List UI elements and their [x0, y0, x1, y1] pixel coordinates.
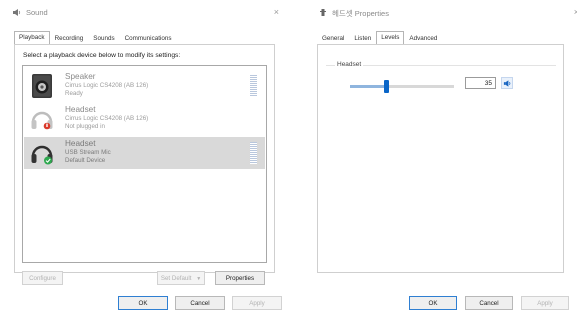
device-item-headset-default[interactable]: Headset USB Stream Mic Default Device: [24, 137, 265, 169]
sound-dialog: Sound × Playback Recording Sounds Commun…: [0, 0, 289, 312]
levels-panel: Headset 35: [317, 44, 564, 273]
title-bar: 헤드셋 Properties ×: [306, 4, 577, 22]
device-name: Headset: [65, 105, 96, 114]
cancel-button[interactable]: Cancel: [175, 296, 225, 310]
device-text: Headset Cirrus Logic CS4208 (AB 126) Not…: [65, 105, 149, 132]
configure-button[interactable]: Configure: [22, 271, 63, 285]
tab-advanced[interactable]: Advanced: [404, 32, 442, 44]
title-bar: Sound ×: [0, 4, 289, 22]
headset-icon: [31, 111, 53, 130]
headset-app-icon: [320, 9, 326, 16]
tab-sounds[interactable]: Sounds: [88, 32, 119, 44]
device-status: Ready: [65, 90, 83, 98]
volume-slider-thumb[interactable]: [384, 80, 389, 93]
tab-recording[interactable]: Recording: [50, 32, 89, 44]
properties-dialog: 헤드셋 Properties × General Listen Levels A…: [306, 0, 577, 312]
level-meter: [250, 75, 257, 97]
window-title: 헤드셋 Properties: [332, 9, 389, 18]
volume-input[interactable]: 35: [465, 77, 496, 89]
ok-button[interactable]: OK: [409, 296, 457, 310]
properties-button[interactable]: Properties: [215, 271, 265, 285]
tab-communications[interactable]: Communications: [120, 32, 177, 44]
device-driver: Cirrus Logic CS4208 (AB 126): [65, 81, 149, 89]
apply-button[interactable]: Apply: [521, 296, 569, 310]
close-button[interactable]: ×: [274, 7, 279, 17]
default-check-icon: [44, 156, 52, 165]
device-name: Headset: [65, 139, 96, 148]
chevron-down-icon: ▼: [196, 276, 202, 282]
tab-strip: Playback Recording Sounds Communications: [14, 31, 177, 46]
playback-panel: Select a playback device below to modify…: [14, 44, 275, 285]
set-default-button[interactable]: Set Default ▼: [157, 271, 205, 285]
speaker-icon: [32, 74, 52, 98]
set-default-label: Set Default: [160, 275, 192, 282]
device-item-speaker[interactable]: Speaker Cirrus Logic CS4208 (AB 126) Rea…: [24, 70, 265, 102]
device-driver: Cirrus Logic CS4208 (AB 126): [65, 114, 149, 122]
headset-icon: [31, 145, 53, 165]
device-name: Speaker: [65, 72, 96, 81]
tab-general[interactable]: General: [317, 32, 349, 44]
volume-slider[interactable]: [350, 80, 454, 93]
speaker-volume-icon: [503, 80, 511, 87]
sound-app-icon: [13, 9, 21, 16]
ok-button[interactable]: OK: [118, 296, 168, 310]
group-label: Headset: [335, 61, 364, 68]
device-text: Headset USB Stream Mic Default Device: [65, 139, 111, 166]
instruction-text: Select a playback device below to modify…: [23, 52, 181, 59]
volume-slider-fill: [350, 85, 386, 88]
device-status: Not plugged in: [65, 123, 105, 131]
levels-group: Headset 35: [326, 61, 556, 97]
device-item-headset-unplugged[interactable]: Headset Cirrus Logic CS4208 (AB 126) Not…: [24, 103, 265, 135]
level-meter: [250, 142, 257, 164]
device-list: Speaker Cirrus Logic CS4208 (AB 126) Rea…: [22, 65, 267, 263]
tab-strip: General Listen Levels Advanced: [317, 31, 442, 46]
tab-listen[interactable]: Listen: [349, 32, 376, 44]
device-status: Default Device: [65, 157, 106, 165]
apply-button[interactable]: Apply: [232, 296, 282, 310]
cancel-button[interactable]: Cancel: [465, 296, 513, 310]
mute-button[interactable]: [501, 77, 513, 89]
device-text: Speaker Cirrus Logic CS4208 (AB 126) Rea…: [65, 72, 149, 99]
window-title: Sound: [26, 8, 48, 17]
device-driver: USB Stream Mic: [65, 148, 111, 156]
